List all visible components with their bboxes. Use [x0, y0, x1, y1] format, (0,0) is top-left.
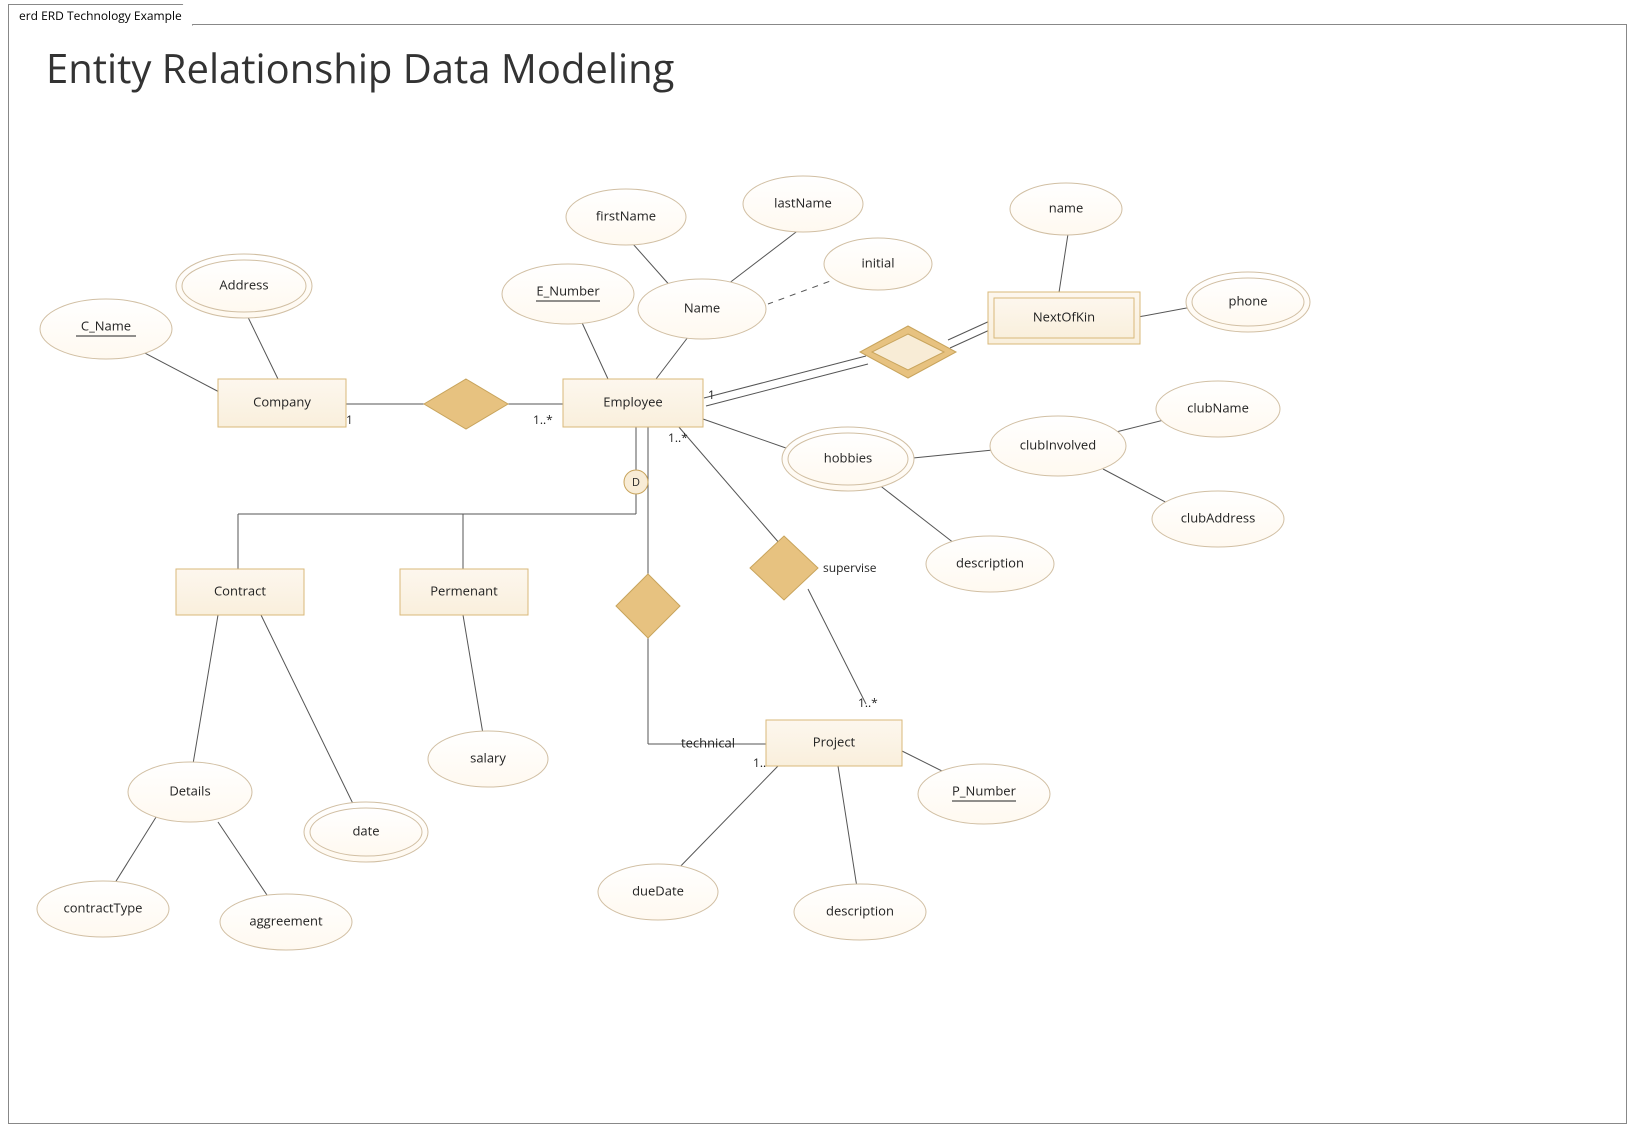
- entity-employee[interactable]: Employee: [563, 379, 703, 427]
- svg-text:Employee: Employee: [603, 392, 662, 410]
- svg-text:dueDate: dueDate: [632, 881, 684, 899]
- svg-text:clubName: clubName: [1187, 398, 1249, 416]
- attr-address[interactable]: Address: [176, 254, 312, 318]
- attr-clubaddress[interactable]: clubAddress: [1152, 491, 1284, 547]
- attr-date[interactable]: date: [304, 802, 428, 862]
- rel-employee-nextofkin[interactable]: [860, 326, 956, 378]
- svg-text:firstName: firstName: [596, 206, 656, 224]
- attr-contracttype[interactable]: contractType: [37, 881, 169, 937]
- attr-agreement[interactable]: aggreement: [220, 894, 352, 950]
- attr-duedate[interactable]: dueDate: [598, 864, 718, 920]
- disjoint-icon: D: [624, 470, 648, 494]
- svg-text:initial: initial: [862, 253, 895, 271]
- entity-project[interactable]: Project: [766, 720, 902, 766]
- attr-c-name[interactable]: C_Name: [40, 299, 172, 359]
- svg-text:aggreement: aggreement: [249, 911, 323, 929]
- svg-text:lastName: lastName: [774, 193, 832, 211]
- attr-kin-name[interactable]: name: [1010, 183, 1122, 235]
- attr-clubname[interactable]: clubName: [1156, 381, 1280, 437]
- rel-supervise-label: supervise: [823, 559, 877, 576]
- attr-p-number[interactable]: P_Number: [918, 764, 1050, 824]
- svg-text:NextOfKin: NextOfKin: [1033, 307, 1095, 325]
- svg-text:clubAddress: clubAddress: [1181, 508, 1256, 526]
- svg-text:Company: Company: [253, 392, 311, 410]
- entity-contract[interactable]: Contract: [176, 569, 304, 615]
- attr-salary[interactable]: salary: [428, 731, 548, 787]
- attr-proj-description[interactable]: description: [794, 884, 926, 940]
- svg-text:phone: phone: [1228, 291, 1267, 309]
- card-company: 1: [346, 411, 353, 428]
- entity-company[interactable]: Company: [218, 379, 346, 427]
- tab-label: erd ERD Technology Example: [19, 7, 182, 24]
- card-proj-sup: 1..*: [858, 694, 878, 711]
- svg-text:E_Number: E_Number: [536, 281, 600, 299]
- svg-text:D: D: [632, 475, 640, 490]
- card-emp-proj: 1..*: [668, 429, 688, 446]
- svg-text:Details: Details: [169, 781, 210, 799]
- rel-technical[interactable]: [616, 574, 680, 638]
- attr-hob-description[interactable]: description: [926, 536, 1054, 592]
- rel-supervise[interactable]: [750, 536, 818, 600]
- attr-initial[interactable]: initial: [824, 238, 932, 290]
- entity-permanent[interactable]: Permenant: [400, 569, 528, 615]
- attr-name-composite[interactable]: Name: [638, 279, 766, 339]
- svg-text:Permenant: Permenant: [430, 581, 498, 599]
- svg-text:Project: Project: [813, 732, 856, 750]
- erd-canvas: 1 1..* 1 1 1..* 1..* 1..* technical supe…: [8, 24, 1627, 1124]
- diagram-tab[interactable]: erd ERD Technology Example: [8, 4, 193, 26]
- svg-text:salary: salary: [470, 748, 506, 766]
- attr-hobbies[interactable]: hobbies: [782, 427, 914, 491]
- attr-kin-phone[interactable]: phone: [1186, 272, 1310, 332]
- attr-details[interactable]: Details: [128, 762, 252, 822]
- attr-firstname[interactable]: firstName: [566, 189, 686, 245]
- rel-company-employee[interactable]: [424, 379, 508, 429]
- svg-text:name: name: [1049, 198, 1084, 216]
- svg-text:Address: Address: [219, 275, 268, 293]
- attr-clubinvolved[interactable]: clubInvolved: [990, 416, 1126, 476]
- attr-lastname[interactable]: lastName: [743, 176, 863, 232]
- rel-technical-label: technical: [681, 733, 735, 751]
- svg-text:description: description: [956, 553, 1024, 571]
- svg-text:hobbies: hobbies: [824, 448, 872, 466]
- svg-text:contractType: contractType: [64, 898, 143, 916]
- card-emp-company: 1..*: [533, 411, 553, 428]
- attr-e-number[interactable]: E_Number: [502, 264, 634, 324]
- svg-text:description: description: [826, 901, 894, 919]
- svg-text:clubInvolved: clubInvolved: [1020, 435, 1096, 453]
- card-emp-nok: 1: [708, 386, 715, 403]
- svg-text:C_Name: C_Name: [81, 316, 131, 334]
- entity-nextofkin[interactable]: NextOfKin: [988, 292, 1140, 344]
- svg-text:Name: Name: [684, 298, 720, 316]
- svg-text:P_Number: P_Number: [952, 781, 1017, 799]
- svg-text:date: date: [352, 821, 379, 839]
- svg-text:Contract: Contract: [214, 581, 266, 599]
